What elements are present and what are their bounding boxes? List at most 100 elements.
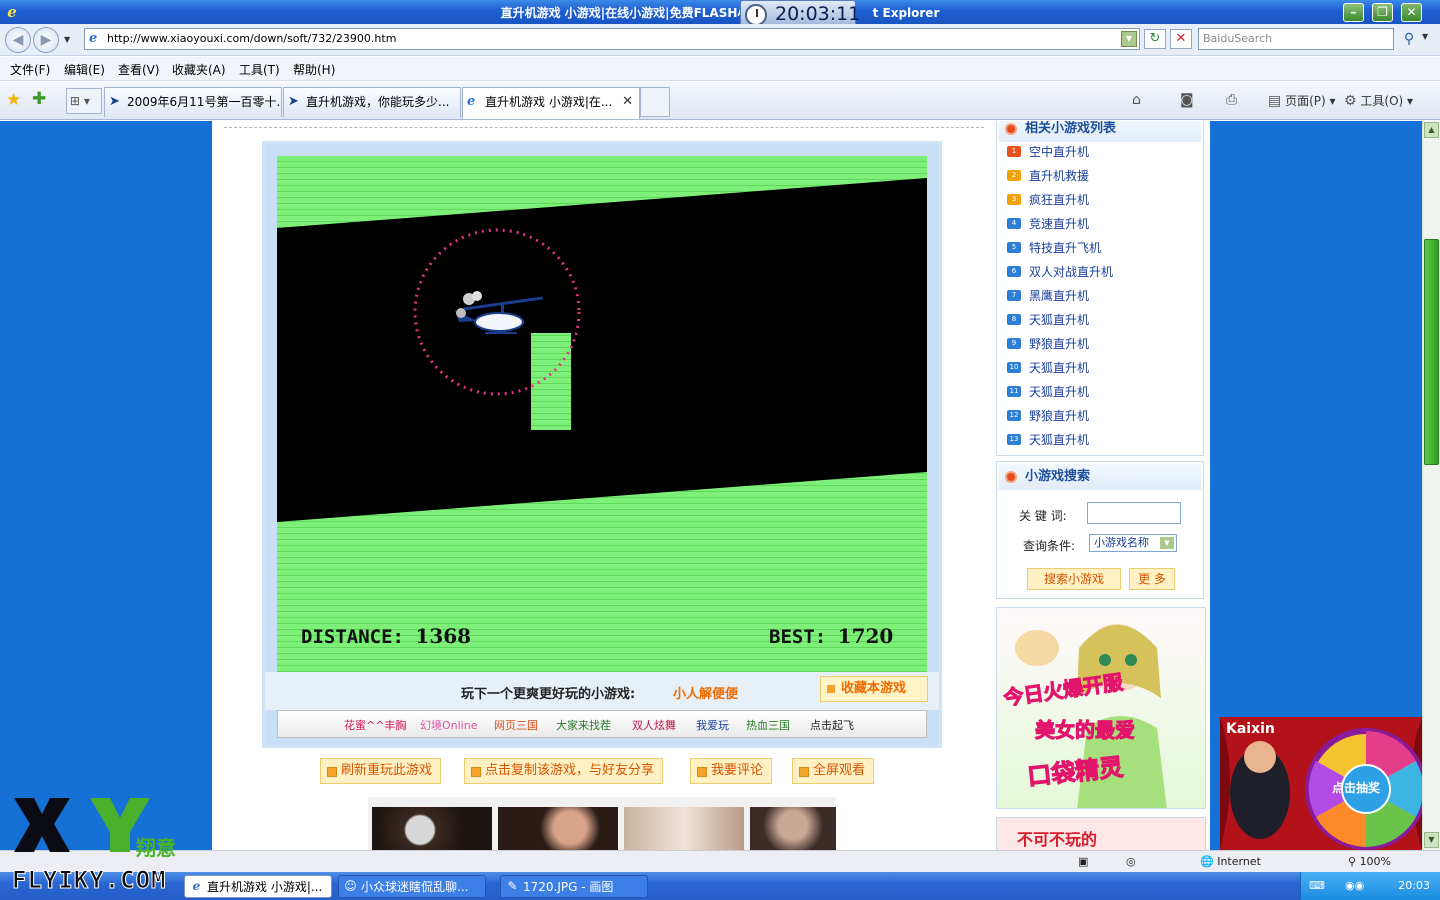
- thumbnail-portrait[interactable]: [498, 807, 618, 850]
- close-button[interactable]: ✕: [1401, 3, 1422, 22]
- popup-blocker-icon[interactable]: ▣: [1078, 855, 1088, 868]
- related-game-item[interactable]: 2 直升机救援: [1007, 168, 1089, 184]
- share-button[interactable]: 点击复制该游戏，与好友分享: [464, 758, 664, 784]
- replay-button[interactable]: 刷新重玩此游戏: [320, 758, 442, 784]
- thumbnail-model[interactable]: [750, 807, 836, 850]
- promo-link[interactable]: 我爱玩: [696, 717, 729, 733]
- favorite-game-button[interactable]: 收藏本游戏: [820, 676, 928, 702]
- more-button[interactable]: 更 多: [1129, 568, 1175, 590]
- bottom-ad[interactable]: 不可不玩的: [996, 817, 1206, 850]
- related-game-item[interactable]: 11 天狐直升机: [1007, 384, 1089, 400]
- refresh-button[interactable]: ↻: [1144, 29, 1166, 49]
- tab-2[interactable]: ➤ 直升机游戏，你能玩多少...: [283, 87, 461, 117]
- page-menu-button[interactable]: ▤ 页面(P) ▾: [1268, 92, 1336, 109]
- next-game-link[interactable]: 小人解便便: [673, 683, 738, 702]
- maximize-button[interactable]: ❐: [1372, 3, 1393, 22]
- thumbnail-strip: [368, 797, 836, 850]
- zoom-level[interactable]: ⚲ 100%: [1348, 855, 1391, 868]
- related-game-item[interactable]: 6 双人对战直升机: [1007, 264, 1113, 280]
- game-scene: [277, 156, 927, 674]
- history-dropdown-icon[interactable]: ▼: [64, 36, 72, 44]
- keyword-input[interactable]: [1087, 502, 1181, 524]
- promo-link[interactable]: 幻境Online: [420, 717, 477, 733]
- vertical-scrollbar[interactable]: ▲ ▼: [1422, 121, 1440, 850]
- related-game-item[interactable]: 5 特技直升飞机: [1007, 240, 1101, 256]
- related-game-item[interactable]: 9 野狼直升机: [1007, 336, 1089, 352]
- print-icon[interactable]: ⎙: [1226, 92, 1237, 108]
- ad-subheadline: 美女的最爱: [1035, 718, 1136, 743]
- new-tab-button[interactable]: [640, 87, 670, 117]
- taskbar-item-paint[interactable]: ✎ 1720.JPG - 画图: [500, 875, 648, 898]
- game-canvas[interactable]: DISTANCE: 1368 BEST: 1720: [277, 156, 927, 674]
- tools-menu-button[interactable]: ⚙ 工具(O) ▾: [1344, 92, 1413, 109]
- menu-edit[interactable]: 编辑(E): [64, 61, 105, 78]
- related-game-item[interactable]: 1 空中直升机: [1007, 144, 1089, 160]
- tab-1[interactable]: ➤ 2009年6月11号第一百零十...: [104, 87, 282, 117]
- promo-link[interactable]: 双人炫舞: [632, 717, 676, 733]
- minimize-button[interactable]: –: [1343, 3, 1364, 22]
- url-dropdown-icon[interactable]: ▼: [1121, 31, 1137, 47]
- related-game-item[interactable]: 3 疯狂直升机: [1007, 192, 1089, 208]
- tray-qq-icon[interactable]: ◉◉: [1345, 879, 1364, 892]
- anime-game-ad[interactable]: 今日火爆开服 美女的最爱 口袋精灵: [996, 607, 1206, 809]
- taskbar-item-browser[interactable]: e 直升机游戏 小游戏|...: [184, 875, 332, 898]
- promo-link[interactable]: 热血三国: [746, 717, 790, 733]
- promo-link[interactable]: 花蜜^^丰胸: [344, 717, 406, 733]
- related-game-item[interactable]: 4 竞速直升机: [1007, 216, 1089, 232]
- related-games-panel: 相关小游戏列表 1 空中直升机 2 直升机救援 3 疯狂直升机 4 竞速直升机 5 特技直升飞机 6…: [996, 121, 1204, 456]
- ie-logo-icon: e: [7, 3, 17, 21]
- related-game-item[interactable]: 10 天狐直升机: [1007, 360, 1089, 376]
- search-icon[interactable]: ⚲: [1398, 29, 1420, 49]
- comment-button[interactable]: 我要评论: [690, 758, 773, 784]
- tab-close-icon[interactable]: ✕: [622, 88, 633, 116]
- related-game-item[interactable]: 13 天狐直升机: [1007, 432, 1089, 448]
- tab-label: 直升机游戏 小游戏|在...: [485, 95, 613, 109]
- scroll-down-icon[interactable]: ▼: [1424, 832, 1439, 848]
- menu-help[interactable]: 帮助(H): [293, 61, 335, 78]
- address-field[interactable]: e http://www.xiaoyouxi.com/down/soft/732…: [84, 28, 1140, 50]
- related-game-item[interactable]: 12 野狼直升机: [1007, 408, 1089, 424]
- keyboard-icon[interactable]: ⌨: [1309, 879, 1325, 892]
- kaixin-ad-popup[interactable]: Kaixin 点击抽奖: [1220, 717, 1422, 850]
- promo-link[interactable]: 网页三国: [494, 717, 538, 733]
- condition-select[interactable]: 小游戏名称 ▼: [1089, 534, 1177, 552]
- add-favorite-icon[interactable]: ✚: [32, 89, 46, 109]
- menu-favorites[interactable]: 收藏夹(A): [172, 61, 226, 78]
- promo-link[interactable]: 大家来找茬: [556, 717, 611, 733]
- feeds-icon[interactable]: ◙: [1180, 92, 1194, 108]
- back-button[interactable]: ◀: [5, 27, 31, 53]
- thumbnail-watch[interactable]: [372, 807, 492, 850]
- watermark-brand: FLYIKY.COM: [12, 866, 167, 895]
- flyiky-watermark: 翔意 FLYIKY.COM: [8, 790, 198, 900]
- scroll-thumb[interactable]: [1424, 239, 1439, 465]
- search-games-button[interactable]: 搜索小游戏: [1027, 568, 1121, 590]
- stop-button[interactable]: ✕: [1170, 29, 1192, 49]
- fullscreen-button[interactable]: 全屏观看: [792, 758, 875, 784]
- thumbnail-face[interactable]: [624, 807, 744, 850]
- search-input[interactable]: BaiduSearch: [1198, 28, 1394, 50]
- menu-view[interactable]: 查看(V): [118, 61, 160, 78]
- distance-readout: DISTANCE: 1368: [301, 624, 472, 648]
- taskbar-item-forum[interactable]: ☺ 小众球迷瞎侃乱聊...: [338, 875, 486, 898]
- cave-tunnel: [277, 178, 927, 522]
- forward-button[interactable]: ▶: [33, 27, 59, 53]
- home-icon[interactable]: ⌂: [1132, 92, 1141, 108]
- menu-tools[interactable]: 工具(T): [239, 61, 280, 78]
- quick-tabs-button[interactable]: ⊞ ▾: [66, 88, 102, 114]
- scroll-up-icon[interactable]: ▲: [1424, 122, 1439, 138]
- related-game-item[interactable]: 8 天狐直升机: [1007, 312, 1089, 328]
- status-bar: ▣ ◎ 🌐 Internet ⚲ 100%: [0, 850, 1440, 872]
- related-game-item[interactable]: 7 黑鹰直升机: [1007, 288, 1089, 304]
- promo-link[interactable]: 点击起飞: [810, 717, 854, 733]
- page-icon: e: [89, 31, 98, 46]
- menu-bar: 文件(F) 编辑(E) 查看(V) 收藏夹(A) 工具(T) 帮助(H): [0, 57, 1440, 81]
- best-readout: BEST: 1720: [769, 624, 894, 648]
- tab-3-active[interactable]: e 直升机游戏 小游戏|在... ✕: [462, 87, 640, 119]
- security-icon[interactable]: ◎: [1126, 855, 1136, 868]
- next-game-label: 玩下一个更爽更好玩的小游戏:: [461, 687, 636, 702]
- search-dropdown-icon[interactable]: ▼: [1422, 32, 1428, 41]
- favorites-star-icon[interactable]: ★: [6, 90, 21, 110]
- menu-file[interactable]: 文件(F): [10, 61, 50, 78]
- related-game-label: 天狐直升机: [1029, 433, 1090, 447]
- related-game-label: 空中直升机: [1029, 145, 1090, 159]
